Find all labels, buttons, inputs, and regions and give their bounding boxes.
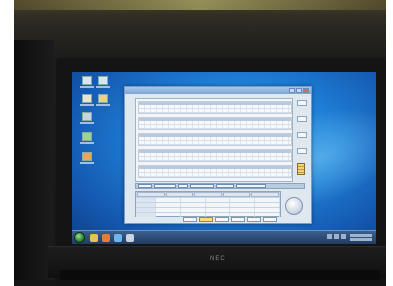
- flag-icon[interactable]: [327, 234, 332, 239]
- photo-frame: NEC: [0, 0, 393, 286]
- window-title: [125, 87, 311, 94]
- light-strip: [14, 0, 386, 10]
- status-strip: [135, 183, 305, 189]
- side-button[interactable]: [297, 100, 307, 106]
- desktop-screen: [72, 72, 376, 244]
- action-button[interactable]: [263, 217, 277, 222]
- status-field: [154, 184, 176, 188]
- media-icon[interactable]: [102, 234, 110, 242]
- action-button[interactable]: [215, 217, 229, 222]
- table-row[interactable]: [136, 197, 280, 202]
- grid-band: [138, 133, 292, 146]
- grid-band: [138, 101, 292, 114]
- side-button[interactable]: [297, 132, 307, 138]
- status-field: [178, 184, 188, 188]
- status-field: [138, 184, 152, 188]
- action-button[interactable]: [183, 217, 197, 222]
- level-indicator: [297, 163, 305, 175]
- table-row[interactable]: [136, 202, 280, 207]
- computer-icon[interactable]: [80, 76, 94, 88]
- action-button[interactable]: [247, 217, 261, 222]
- grid-band: [138, 165, 292, 178]
- taskbar: [72, 230, 376, 244]
- browser-icon[interactable]: [114, 234, 122, 242]
- folder-icon[interactable]: [96, 94, 110, 106]
- action-buttons: [183, 217, 277, 222]
- data-grid-panel: [135, 98, 293, 182]
- network-icon[interactable]: [334, 234, 339, 239]
- explorer-icon[interactable]: [90, 234, 98, 242]
- window-controls: [289, 88, 309, 93]
- settings-table: [135, 191, 281, 217]
- action-button-highlighted[interactable]: [199, 217, 213, 222]
- volume-icon[interactable]: [341, 234, 346, 239]
- windows-start-icon[interactable]: [74, 232, 85, 243]
- application-icon[interactable]: [80, 132, 94, 144]
- app-icon[interactable]: [126, 234, 134, 242]
- clock[interactable]: [350, 233, 372, 243]
- system-tray: [327, 234, 346, 239]
- close-button[interactable]: [303, 88, 309, 93]
- grid-band: [138, 117, 292, 130]
- status-field: [236, 184, 266, 188]
- side-button[interactable]: [297, 116, 307, 122]
- status-field: [216, 184, 234, 188]
- side-button[interactable]: [297, 148, 307, 154]
- round-control-button[interactable]: [285, 197, 303, 215]
- left-shadow: [14, 40, 54, 280]
- laptop-hinge: [60, 270, 380, 280]
- shortcut-icon[interactable]: [80, 152, 94, 164]
- minimize-button[interactable]: [289, 88, 295, 93]
- action-button[interactable]: [231, 217, 245, 222]
- app-window[interactable]: [124, 86, 312, 224]
- grid-band: [138, 149, 292, 162]
- table-header: [136, 192, 280, 197]
- table-row[interactable]: [136, 207, 280, 212]
- network-icon[interactable]: [96, 76, 110, 88]
- status-field: [190, 184, 214, 188]
- brand-logo: NEC: [210, 256, 226, 262]
- maximize-button[interactable]: [296, 88, 302, 93]
- document-icon[interactable]: [80, 94, 94, 106]
- recycle-bin-icon[interactable]: [80, 112, 94, 124]
